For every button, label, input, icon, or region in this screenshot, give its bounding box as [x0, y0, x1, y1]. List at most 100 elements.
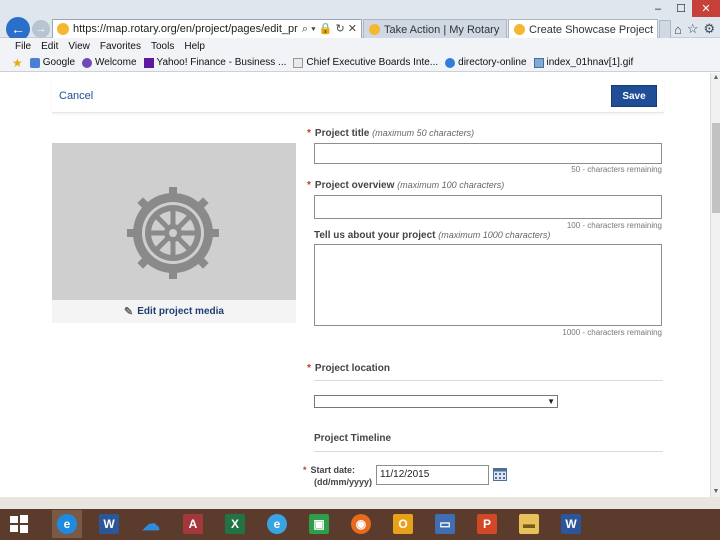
taskbar-ie-alt[interactable]: e — [262, 510, 292, 538]
new-tab-button[interactable] — [659, 20, 671, 38]
maximize-icon[interactable]: ☐ — [671, 0, 691, 17]
required-asterisk: * — [307, 363, 311, 374]
edit-project-media-link[interactable]: ✎ Edit project media — [52, 300, 296, 323]
address-controls-icon[interactable]: ⌕ ▾ 🔒 ↻ ✕ — [302, 22, 361, 36]
taskbar-remote-desktop[interactable]: ▭ — [430, 510, 460, 538]
start-date-label: * Start date: — [303, 465, 355, 476]
taskbar-access[interactable]: A — [178, 510, 208, 538]
taskbar-word[interactable]: W — [94, 510, 124, 538]
project-title-input[interactable] — [314, 143, 662, 164]
cloud-icon: ☁ — [142, 513, 160, 534]
browser-titlebar: – ☐ ✕ ← → https://map.rotary.org/en/proj… — [0, 0, 720, 41]
favorites-star-icon[interactable]: ☆ — [687, 21, 699, 37]
required-asterisk: * — [307, 180, 311, 191]
project-location-select[interactable]: ▼ — [314, 395, 558, 408]
field-label: Tell us about your project — [314, 230, 436, 241]
favorite-yahoo-finance[interactable]: Yahoo! Finance - Business ... — [143, 57, 286, 68]
favorite-label: Welcome — [95, 57, 137, 68]
project-description-counter: 1000 - characters remaining — [562, 328, 662, 337]
access-icon: A — [183, 514, 203, 534]
field-label: Project location — [314, 363, 390, 374]
field-hint: (maximum 100 characters) — [397, 180, 505, 190]
chevron-down-icon: ▼ — [547, 397, 555, 406]
project-title-label: * Project title (maximum 50 characters) — [307, 128, 474, 139]
taskbar-file-explorer[interactable]: ▬ — [514, 510, 544, 538]
taskbar-strip — [0, 497, 720, 509]
taskbar-store[interactable]: ▣ — [304, 510, 334, 538]
project-description-textarea[interactable] — [314, 244, 662, 326]
calendar-icon[interactable] — [493, 467, 507, 481]
save-button[interactable]: Save — [611, 85, 657, 107]
arrow-left-icon: ← — [11, 21, 25, 37]
menu-favorites[interactable]: Favorites — [100, 41, 141, 52]
project-overview-input[interactable] — [314, 195, 662, 219]
close-window-icon[interactable]: ✕ — [692, 0, 720, 17]
favorite-label: directory-online — [458, 57, 527, 68]
menu-view[interactable]: View — [68, 41, 90, 52]
project-overview-counter: 100 - characters remaining — [566, 221, 662, 230]
tab-create-showcase-project[interactable]: Create Showcase Project × — [508, 19, 658, 39]
yahoo-icon — [143, 57, 154, 68]
menu-help[interactable]: Help — [184, 41, 205, 52]
menu-tools[interactable]: Tools — [151, 41, 174, 52]
favorite-welcome[interactable]: Welcome — [82, 57, 137, 68]
gear-icon[interactable]: ⚙ — [704, 21, 716, 37]
required-asterisk: * — [303, 465, 307, 475]
browser-toolbar-icons: ⌂ ☆ ⚙ — [674, 20, 720, 38]
field-label: Project title — [314, 128, 370, 139]
favorite-label: Chief Executive Boards Inte... — [306, 57, 439, 68]
taskbar-firefox[interactable]: ◉ — [346, 510, 376, 538]
word-icon: W — [99, 514, 119, 534]
page-scrollbar[interactable]: ▲ ▼ — [710, 73, 720, 497]
taskbar-word-alt[interactable]: W — [556, 510, 586, 538]
form-action-bar: Cancel Save — [52, 77, 664, 113]
field-label: Start date: — [310, 465, 356, 475]
rotary-logo-icon — [127, 187, 219, 279]
taskbar-outlook[interactable]: O — [388, 510, 418, 538]
close-tab-icon[interactable]: × — [657, 24, 658, 36]
menu-file[interactable]: File — [15, 41, 31, 52]
windows-start-button[interactable] — [4, 510, 34, 538]
scroll-up-icon[interactable]: ▲ — [711, 73, 720, 83]
taskbar-onedrive[interactable]: ☁ — [136, 510, 166, 538]
start-date-input[interactable]: 11/12/2015 — [376, 465, 489, 485]
favorite-index-gif[interactable]: index_01hnav[1].gif — [533, 57, 633, 68]
taskbar-excel[interactable]: X — [220, 510, 250, 538]
image-icon — [533, 57, 544, 68]
project-overview-label: * Project overview (maximum 100 character… — [307, 180, 504, 191]
field-label: Project overview — [314, 180, 395, 191]
address-bar[interactable]: https://map.rotary.org/en/project/pages/… — [52, 19, 362, 39]
outlook-icon: O — [393, 514, 413, 534]
rotary-favicon-icon — [514, 24, 525, 35]
favorites-star-icon[interactable]: ★ — [12, 56, 23, 70]
favorite-google[interactable]: Google — [29, 57, 75, 68]
favorite-directory-online[interactable]: directory-online — [445, 57, 527, 68]
menu-edit[interactable]: Edit — [41, 41, 58, 52]
section-divider — [314, 451, 663, 452]
scrollbar-thumb[interactable] — [712, 123, 720, 213]
minimize-icon[interactable]: – — [648, 0, 668, 17]
page-icon — [293, 57, 304, 68]
favorite-chief-executive[interactable]: Chief Executive Boards Inte... — [293, 57, 438, 68]
internet-explorer-icon: e — [57, 514, 77, 534]
store-icon: ▣ — [309, 514, 329, 534]
required-asterisk: * — [307, 128, 311, 139]
pencil-icon: ✎ — [124, 306, 134, 318]
edit-project-media-label: Edit project media — [137, 306, 224, 317]
powerpoint-icon: P — [477, 514, 497, 534]
cancel-link[interactable]: Cancel — [59, 90, 93, 102]
home-icon[interactable]: ⌂ — [674, 22, 682, 37]
tab-take-action[interactable]: Take Action | My Rotary — [363, 19, 507, 39]
forward-button[interactable]: → — [32, 20, 50, 38]
address-url[interactable]: https://map.rotary.org/en/project/pages/… — [73, 23, 298, 35]
ie-alt-icon: e — [267, 514, 287, 534]
ie-icon — [445, 57, 456, 68]
project-media-placeholder[interactable] — [52, 143, 296, 300]
windows-logo-icon — [10, 515, 28, 533]
word-alt-icon: W — [561, 514, 581, 534]
taskbar-powerpoint[interactable]: P — [472, 510, 502, 538]
arrow-right-icon: → — [35, 23, 47, 35]
remote-desktop-icon: ▭ — [435, 514, 455, 534]
scroll-down-icon[interactable]: ▼ — [711, 487, 720, 497]
taskbar-internet-explorer[interactable]: e — [52, 510, 82, 538]
